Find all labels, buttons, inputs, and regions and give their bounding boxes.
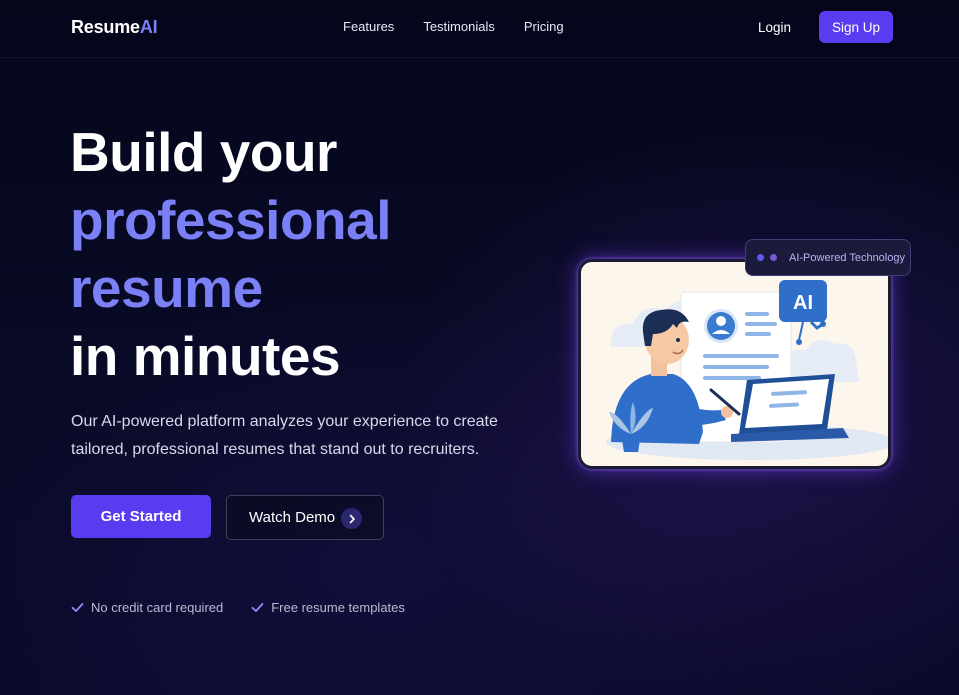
hero-headline: Build your professional resume in minute… — [70, 118, 392, 390]
badge-label: AI-Powered Technology — [789, 251, 905, 264]
watch-demo-label: Watch Demo — [249, 509, 336, 526]
headline-line-3: resume — [70, 257, 263, 319]
nav-link-testimonials[interactable]: Testimonials — [423, 19, 495, 34]
top-navbar: ResumeAI Features Testimonials Pricing L… — [0, 0, 959, 58]
headline-line-2: professional — [70, 189, 392, 251]
hero-illustration: AI — [578, 259, 891, 469]
logo[interactable]: ResumeAI — [71, 17, 158, 38]
feature-label: No credit card required — [91, 600, 224, 615]
feature-label: Free resume templates — [271, 600, 405, 615]
headline-line-1: Build your — [70, 121, 337, 183]
badge-dot-icon — [757, 254, 764, 261]
feature-item: Free resume templates — [251, 600, 405, 615]
hero-subtext: Our AI-powered platform analyzes your ex… — [71, 413, 498, 458]
ai-powered-badge: AI-Powered Technology — [745, 239, 911, 276]
chevron-right-icon — [341, 508, 362, 529]
logo-accent-text: AI — [139, 17, 158, 37]
badge-dot-icon — [770, 254, 777, 261]
headline-line-4: in minutes — [70, 325, 341, 387]
resume-writing-illustration: AI — [606, 280, 888, 460]
watch-demo-button[interactable]: Watch Demo — [226, 495, 384, 540]
feature-item: No credit card required — [71, 600, 223, 615]
login-link[interactable]: Login — [758, 20, 791, 35]
nav-link-features[interactable]: Features — [343, 19, 394, 34]
signup-button[interactable]: Sign Up — [819, 11, 893, 43]
check-icon — [71, 603, 84, 612]
logo-text: Resume — [71, 17, 140, 37]
get-started-button[interactable]: Get Started — [71, 495, 211, 538]
nav-links: Features Testimonials Pricing — [343, 19, 564, 34]
nav-link-pricing[interactable]: Pricing — [524, 19, 564, 34]
feature-list: No credit card required Free resume temp… — [71, 600, 405, 615]
check-icon — [251, 603, 264, 612]
ai-bubble-text: AI — [793, 292, 813, 314]
